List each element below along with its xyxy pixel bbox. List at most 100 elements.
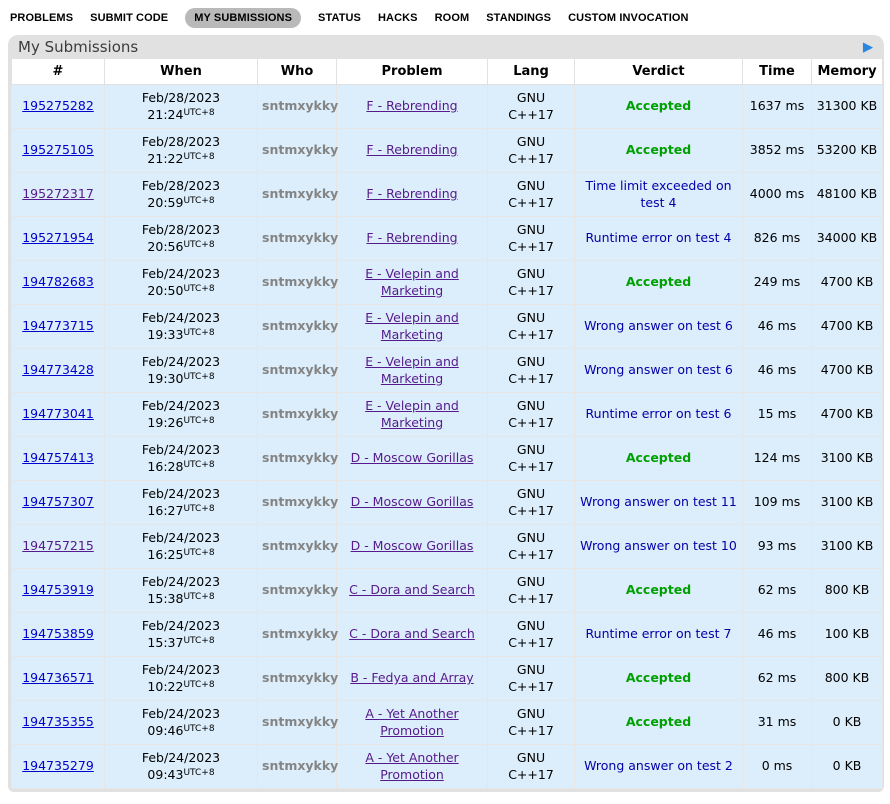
problem-link[interactable]: B - Fedya and Array	[350, 670, 473, 685]
author-handle[interactable]: sntmxykky	[262, 142, 338, 157]
verdict-text[interactable]: Accepted	[626, 670, 691, 685]
author-handle[interactable]: sntmxykky	[262, 318, 338, 333]
problem-link[interactable]: D - Moscow Gorillas	[351, 538, 474, 553]
verdict-text[interactable]: Accepted	[626, 582, 691, 597]
submission-id-link[interactable]: 194773041	[22, 406, 94, 421]
submission-id-link[interactable]: 194736571	[22, 670, 94, 685]
problem-link[interactable]: F - Rebrending	[366, 98, 457, 113]
timezone-label: UTC+8	[183, 416, 214, 426]
nav-item-problems[interactable]: PROBLEMS	[10, 12, 73, 24]
author-handle[interactable]: sntmxykky	[262, 582, 338, 597]
problem-link[interactable]: E - Velepin and Marketing	[365, 310, 459, 342]
verdict-text[interactable]: Accepted	[626, 98, 691, 113]
memory-cell: 3100 KB	[812, 525, 883, 569]
col-header-memory: Memory	[812, 59, 883, 85]
timezone-label: UTC+8	[183, 768, 214, 778]
memory-cell: 100 KB	[812, 613, 883, 657]
nav-item-hacks[interactable]: HACKS	[378, 12, 418, 24]
problem-link[interactable]: E - Velepin and Marketing	[365, 354, 459, 386]
verdict-text[interactable]: Wrong answer on test 6	[584, 362, 733, 377]
timezone-label: UTC+8	[183, 108, 214, 118]
timezone-label: UTC+8	[183, 636, 214, 646]
when-cell: Feb/24/2023 09:46UTC+8	[105, 701, 258, 745]
verdict-text[interactable]: Accepted	[626, 274, 691, 289]
language-label: GNU C++17	[505, 618, 557, 652]
panel-caption: My Submissions ▶	[11, 35, 881, 58]
exec-time-cell: 826 ms	[743, 217, 812, 261]
author-handle[interactable]: sntmxykky	[262, 758, 338, 773]
author-handle[interactable]: sntmxykky	[262, 406, 338, 421]
author-handle[interactable]: sntmxykky	[262, 670, 338, 685]
memory-cell: 53200 KB	[812, 129, 883, 173]
problem-link[interactable]: A - Yet Another Promotion	[365, 706, 458, 738]
language-label: GNU C++17	[505, 178, 557, 212]
submission-id-link[interactable]: 195272317	[22, 186, 94, 201]
author-handle[interactable]: sntmxykky	[262, 98, 338, 113]
submissions-tbody: 195275282 Feb/28/2023 21:24UTC+8 sntmxyk…	[12, 85, 883, 789]
nav-item-submit-code[interactable]: SUBMIT CODE	[90, 12, 168, 24]
nav-item-room[interactable]: ROOM	[435, 12, 470, 24]
problem-link[interactable]: E - Velepin and Marketing	[365, 398, 459, 430]
author-handle[interactable]: sntmxykky	[262, 274, 338, 289]
submission-id-link[interactable]: 195271954	[22, 230, 94, 245]
exec-time-cell: 93 ms	[743, 525, 812, 569]
language-label: GNU C++17	[505, 486, 557, 520]
verdict-text[interactable]: Wrong answer on test 2	[584, 758, 733, 773]
submission-id-link[interactable]: 195275282	[22, 98, 94, 113]
author-handle[interactable]: sntmxykky	[262, 538, 338, 553]
verdict-text[interactable]: Time limit exceeded on test 4	[585, 178, 731, 210]
submission-id-link[interactable]: 195275105	[22, 142, 94, 157]
problem-link[interactable]: F - Rebrending	[366, 186, 457, 201]
nav-item-my-submissions[interactable]: MY SUBMISSIONS	[185, 8, 301, 28]
verdict-text[interactable]: Accepted	[626, 714, 691, 729]
nav-item-standings[interactable]: STANDINGS	[486, 12, 551, 24]
verdict-text[interactable]: Runtime error on test 7	[586, 626, 732, 641]
submission-id-link[interactable]: 194757215	[22, 538, 94, 553]
author-handle[interactable]: sntmxykky	[262, 626, 338, 641]
submission-time: 16:27	[147, 503, 183, 518]
problem-link[interactable]: D - Moscow Gorillas	[351, 450, 474, 465]
exec-time-cell: 46 ms	[743, 613, 812, 657]
submission-id-link[interactable]: 194735355	[22, 714, 94, 729]
exec-time-cell: 31 ms	[743, 701, 812, 745]
verdict-text[interactable]: Wrong answer on test 10	[580, 538, 737, 553]
next-page-arrow-icon[interactable]: ▶	[863, 41, 873, 54]
exec-time-cell: 3852 ms	[743, 129, 812, 173]
submission-id-link[interactable]: 194782683	[22, 274, 94, 289]
timezone-label: UTC+8	[183, 680, 214, 690]
problem-link[interactable]: A - Yet Another Promotion	[365, 750, 458, 782]
author-handle[interactable]: sntmxykky	[262, 450, 338, 465]
author-handle[interactable]: sntmxykky	[262, 714, 338, 729]
verdict-text[interactable]: Runtime error on test 4	[586, 230, 732, 245]
submission-id-link[interactable]: 194757413	[22, 450, 94, 465]
submission-id-link[interactable]: 194753859	[22, 626, 94, 641]
problem-link[interactable]: F - Rebrending	[366, 142, 457, 157]
submission-time: 15:38	[147, 591, 183, 606]
submission-id-link[interactable]: 194773428	[22, 362, 94, 377]
nav-item-status[interactable]: STATUS	[318, 12, 361, 24]
submission-id-link[interactable]: 194735279	[22, 758, 94, 773]
problem-link[interactable]: C - Dora and Search	[349, 582, 475, 597]
author-handle[interactable]: sntmxykky	[262, 186, 338, 201]
author-handle[interactable]: sntmxykky	[262, 362, 338, 377]
verdict-text[interactable]: Wrong answer on test 6	[584, 318, 733, 333]
problem-link[interactable]: E - Velepin and Marketing	[365, 266, 459, 298]
submission-id-link[interactable]: 194753919	[22, 582, 94, 597]
submission-time: 10:22	[147, 679, 183, 694]
memory-cell: 0 KB	[812, 745, 883, 789]
verdict-text[interactable]: Accepted	[626, 142, 691, 157]
submission-row: 195275105 Feb/28/2023 21:22UTC+8 sntmxyk…	[12, 129, 883, 173]
author-handle[interactable]: sntmxykky	[262, 230, 338, 245]
verdict-text[interactable]: Runtime error on test 6	[586, 406, 732, 421]
submission-id-link[interactable]: 194773715	[22, 318, 94, 333]
problem-link[interactable]: F - Rebrending	[366, 230, 457, 245]
nav-item-custom-invocation[interactable]: CUSTOM INVOCATION	[568, 12, 688, 24]
submission-id-link[interactable]: 194757307	[22, 494, 94, 509]
problem-link[interactable]: C - Dora and Search	[349, 626, 475, 641]
timezone-label: UTC+8	[183, 548, 214, 558]
verdict-text[interactable]: Accepted	[626, 450, 691, 465]
author-handle[interactable]: sntmxykky	[262, 494, 338, 509]
verdict-text[interactable]: Wrong answer on test 11	[580, 494, 737, 509]
col-header-who: Who	[258, 59, 337, 85]
problem-link[interactable]: D - Moscow Gorillas	[351, 494, 474, 509]
